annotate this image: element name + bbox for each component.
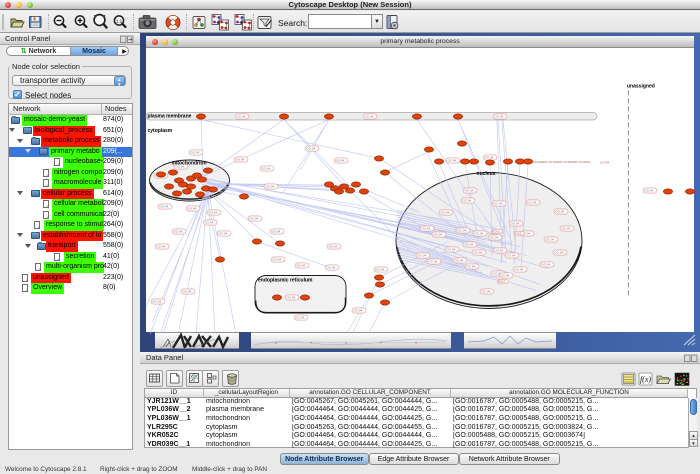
svg-text:plasma membrane: plasma membrane (148, 113, 192, 119)
svg-text:GO:044..: GO:044.. (600, 160, 611, 164)
svg-text:unassigned: unassigned (627, 83, 655, 89)
svg-text:mitochondrion: mitochondrion (172, 160, 207, 166)
svg-text:nucleus: nucleus (477, 171, 496, 177)
svg-text:f​(x): f​(x) (640, 375, 651, 384)
svg-text:GO:0...: GO:0... (514, 231, 524, 235)
svg-text:GO:0...: GO:0... (492, 229, 502, 233)
svg-text:1:1: 1:1 (116, 18, 123, 23)
svg-text:GO:0044249, GO:0044255, GO:004: GO:0044249, GO:0044255, GO:0044262, GO:0… (533, 160, 591, 164)
svg-text:cytoplasm: cytoplasm (148, 128, 173, 134)
svg-text:endoplasmic reticulum: endoplasmic reticulum (258, 277, 313, 283)
svg-text:GO:0...: GO:0... (498, 279, 508, 283)
